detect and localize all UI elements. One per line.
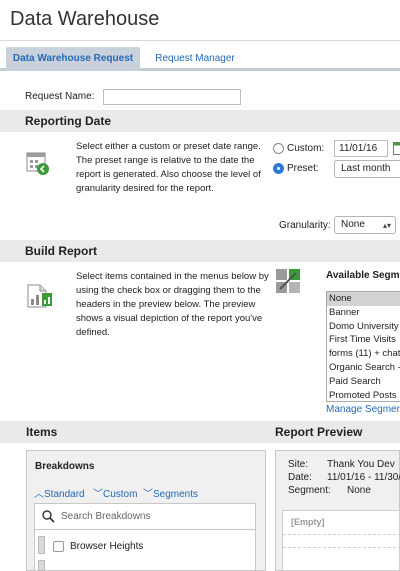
breakdowns-label: Breakdowns [35,461,95,472]
preview-segment-label: Segment: [288,485,331,496]
preset-label: Preset: [287,163,319,174]
segment-option[interactable]: Promoted Posts [327,389,400,401]
reporting-date-heading: Reporting Date [0,110,400,132]
preview-empty-header[interactable]: [Empty] [291,517,325,527]
chevron-down-icon: ﹀ [143,489,153,500]
build-report-heading: Build Report [0,240,400,262]
build-report-description: Select items contained in the menus belo… [76,271,269,338]
puzzle-pieces-icon [274,267,302,295]
items-heading: Items [0,421,266,443]
tab-request-manager[interactable]: Request Manager [145,47,245,71]
drag-handle-icon[interactable] [38,536,45,554]
segment-option[interactable]: None [327,292,400,306]
segment-option[interactable]: Domo University [327,320,400,334]
preview-date-label: Date: [288,472,312,483]
chevron-updown-icon: ▴▾ [382,221,391,230]
preview-site-value: Thank You Dev [327,459,395,470]
preview-segment-value: None [347,485,371,496]
custom-label: Custom: [287,143,325,154]
tab-data-warehouse-request[interactable]: Data Warehouse Request [6,47,140,71]
breakdowns-list [34,530,256,571]
custom-radio[interactable] [273,143,284,154]
available-segments-title: Available Segme [326,270,400,281]
segment-option[interactable]: Paid Search [327,375,400,389]
preview-date-value: 11/01/16 - 11/30/1 [327,472,400,483]
granularity-label: Granularity: [279,220,331,231]
browser-heights-checkbox[interactable] [53,541,64,552]
preset-radio[interactable] [273,163,284,174]
filter-segments[interactable]: ﹀Segments [143,485,198,500]
custom-date-input[interactable] [334,140,388,157]
filter-standard[interactable]: ︿Standard [34,485,85,500]
title-divider [0,40,400,41]
request-name-label: Request Name: [25,91,95,102]
chevron-up-icon: ︿ [34,489,44,500]
chevron-down-icon: ﹀ [93,489,103,500]
report-chart-icon [26,281,54,309]
drag-handle-icon[interactable] [38,560,45,571]
segments-listbox[interactable]: None Banner Domo University First Time V… [326,291,400,402]
segment-option[interactable]: Banner [327,306,400,320]
search-breakdowns-placeholder: Search Breakdowns [61,511,151,522]
granularity-select-value: None [341,219,365,230]
search-breakdowns-input[interactable]: Search Breakdowns [34,503,256,530]
report-preview-heading: Report Preview [266,421,400,443]
breakdown-item: Browser Heights [70,541,144,552]
calendar-icon[interactable] [393,141,400,155]
segment-option[interactable]: First Time Visits [327,333,400,347]
preview-site-label: Site: [288,459,309,470]
filter-custom[interactable]: ﹀Custom [93,485,137,500]
manage-segments-link[interactable]: Manage Segmer [326,404,400,415]
app-title: Data Warehouse [10,8,160,30]
segment-option[interactable]: Organic Search - [327,361,400,375]
reporting-date-description: Select either a custom or preset date ra… [76,141,261,194]
tab-bar: Data Warehouse Request Request Manager [0,45,400,71]
calendar-clock-icon [26,150,50,176]
granularity-select[interactable]: None ▴▾ [334,216,396,234]
search-icon [42,510,55,523]
segment-option[interactable]: forms (11) + chats [327,347,400,361]
preset-select[interactable]: Last month [334,160,400,178]
request-name-input[interactable] [103,89,241,105]
preset-select-value: Last month [341,163,391,174]
